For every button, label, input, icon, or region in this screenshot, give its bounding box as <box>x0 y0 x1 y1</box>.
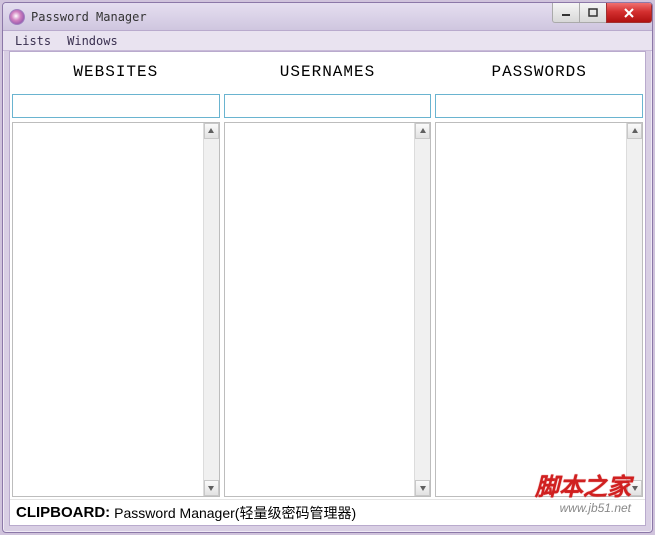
menu-windows[interactable]: Windows <box>59 33 126 49</box>
scroll-up-button[interactable] <box>627 123 642 139</box>
statusbar: CLIPBOARD: Password Manager(轻量级密码管理器) <box>10 499 645 525</box>
header-usernames: USERNAMES <box>222 52 434 92</box>
scroll-track[interactable] <box>627 139 642 480</box>
scroll-up-button[interactable] <box>415 123 430 139</box>
app-window: Password Manager Lists Windows WEBSITES … <box>2 2 653 533</box>
websites-input[interactable] <box>12 94 220 118</box>
header-websites: WEBSITES <box>10 52 222 92</box>
scroll-track[interactable] <box>204 139 219 480</box>
close-icon <box>623 7 635 19</box>
clipboard-value: Password Manager(轻量级密码管理器) <box>114 503 356 523</box>
scroll-down-button[interactable] <box>627 480 642 496</box>
maximize-button[interactable] <box>579 3 607 23</box>
usernames-listbox[interactable] <box>224 122 432 497</box>
chevron-up-icon <box>419 127 427 135</box>
chevron-down-icon <box>631 484 639 492</box>
client-area: WEBSITES USERNAMES PASSWORDS <box>9 51 646 526</box>
websites-listbox[interactable] <box>12 122 220 497</box>
header-passwords: PASSWORDS <box>433 52 645 92</box>
close-button[interactable] <box>606 3 652 23</box>
column-headers: WEBSITES USERNAMES PASSWORDS <box>10 52 645 92</box>
chevron-up-icon <box>207 127 215 135</box>
scrollbar[interactable] <box>626 123 642 496</box>
scroll-down-button[interactable] <box>204 480 219 496</box>
titlebar[interactable]: Password Manager <box>3 3 652 31</box>
menu-lists[interactable]: Lists <box>7 33 59 49</box>
app-icon <box>9 9 25 25</box>
menubar: Lists Windows <box>3 31 652 51</box>
minimize-icon <box>561 8 571 18</box>
clipboard-label: CLIPBOARD: <box>16 504 110 521</box>
window-title: Password Manager <box>31 10 147 24</box>
passwords-listbox[interactable] <box>435 122 643 497</box>
window-controls <box>553 3 652 23</box>
passwords-input[interactable] <box>435 94 643 118</box>
input-row <box>10 92 645 120</box>
maximize-icon <box>588 8 598 18</box>
minimize-button[interactable] <box>552 3 580 23</box>
chevron-down-icon <box>419 484 427 492</box>
scrollbar[interactable] <box>414 123 430 496</box>
list-row <box>10 120 645 499</box>
chevron-up-icon <box>631 127 639 135</box>
scroll-down-button[interactable] <box>415 480 430 496</box>
usernames-input[interactable] <box>224 94 432 118</box>
scrollbar[interactable] <box>203 123 219 496</box>
scroll-track[interactable] <box>415 139 430 480</box>
chevron-down-icon <box>207 484 215 492</box>
scroll-up-button[interactable] <box>204 123 219 139</box>
